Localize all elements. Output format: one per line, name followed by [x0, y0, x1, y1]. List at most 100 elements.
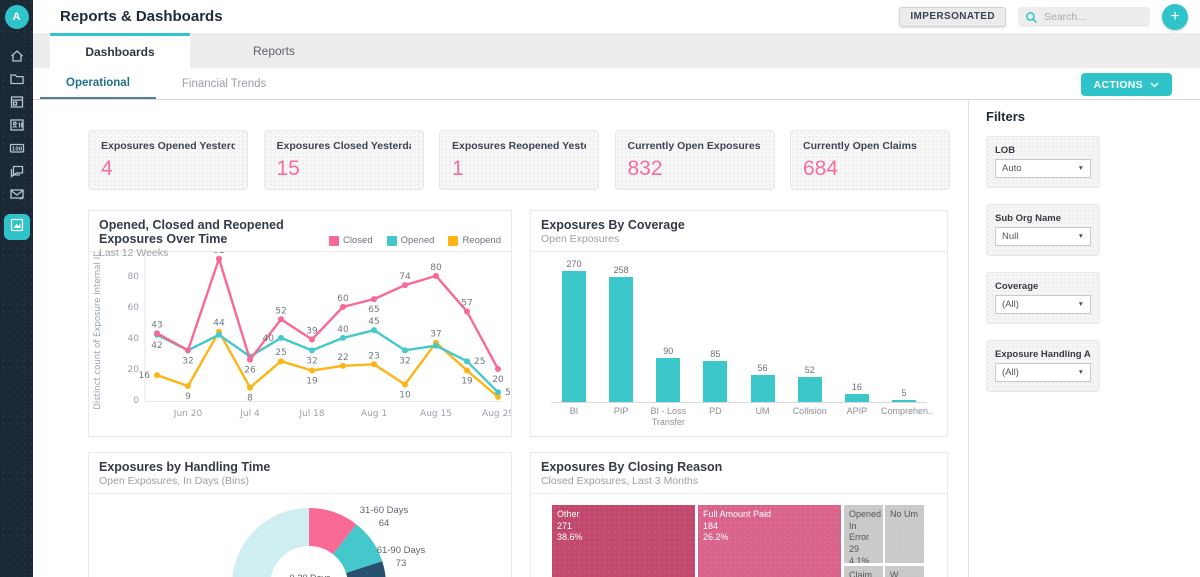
search-icon — [1025, 11, 1038, 24]
legend-opened[interactable]: Opened — [387, 235, 435, 246]
svg-text:Aug 1: Aug 1 — [361, 409, 387, 419]
filter-sub-org-name: Sub Org Name Null ▼ — [986, 204, 1100, 256]
legend-swatch — [387, 236, 397, 246]
svg-text:8: 8 — [247, 394, 253, 404]
coverage-select[interactable]: (All) ▼ — [995, 295, 1091, 314]
caret-down-icon: ▼ — [1078, 165, 1084, 172]
svg-text:22: 22 — [337, 353, 348, 363]
avatar[interactable]: A — [5, 5, 29, 29]
actions-button[interactable]: ACTIONS — [1081, 73, 1172, 96]
sidebar-item-mail[interactable] — [4, 188, 30, 204]
svg-text:25: 25 — [275, 348, 286, 358]
kpi-exposures-reopened-yesterday: Exposures Reopened Yesterday 1 — [439, 130, 599, 190]
svg-text:57: 57 — [461, 299, 472, 309]
filter-exposure-handling-adjuster: Exposure Handling Adju... (All) ▼ — [986, 340, 1100, 392]
page-title: Reports & Dashboards — [60, 8, 899, 25]
svg-text:60: 60 — [128, 303, 140, 313]
sidebar-item-contacts[interactable] — [4, 119, 30, 135]
chart-exposures-by-coverage: Exposures By Coverage Open Exposures 270… — [530, 210, 948, 437]
legend-closed[interactable]: Closed — [329, 235, 373, 246]
svg-text:5: 5 — [505, 388, 511, 398]
sidebar: A 100 — [0, 0, 33, 577]
svg-text:23: 23 — [368, 351, 379, 361]
sidebar-item-analytics[interactable] — [4, 214, 30, 240]
line-chart-plot[interactable]: 020406080Jun 20Jul 4Jul 18Aug 1Aug 15Aug… — [89, 252, 511, 430]
subtab-financial-trends[interactable]: Financial Trends — [156, 68, 292, 99]
svg-text:0: 0 — [133, 396, 139, 406]
mail-check-icon — [9, 186, 25, 207]
caret-down-icon: ▼ — [1078, 301, 1084, 308]
treemap-tile[interactable]: Claim — [844, 566, 883, 577]
subtab-bar: Operational Financial Trends ACTIONS — [33, 68, 1200, 100]
subtab-operational[interactable]: Operational — [40, 68, 156, 99]
svg-text:52: 52 — [275, 306, 286, 316]
add-button[interactable]: + — [1162, 4, 1188, 30]
treemap-tile[interactable]: Opened In Error294.1% — [844, 505, 883, 563]
donut-center-label: 0-30 Days — [289, 573, 330, 577]
sidebar-item-batch[interactable]: 100 — [4, 142, 30, 158]
svg-text:37: 37 — [430, 330, 441, 340]
tab-dashboards[interactable]: Dashboards — [50, 33, 190, 68]
svg-text:19: 19 — [461, 377, 473, 387]
treemap-tile[interactable]: Full Amount Paid18426.2% — [698, 505, 841, 577]
svg-text:16: 16 — [139, 371, 151, 381]
top-header: Reports & Dashboards IMPERSONATED + — [33, 0, 1200, 33]
sidebar-item-home[interactable] — [4, 50, 30, 66]
kpi-value: 832 — [628, 157, 762, 181]
lob-select[interactable]: Auto ▼ — [995, 159, 1091, 178]
svg-text:40: 40 — [263, 334, 275, 344]
batch-100-icon: 100 — [9, 140, 25, 161]
treemap-tile[interactable]: W — [885, 566, 924, 577]
svg-text:80: 80 — [430, 263, 442, 273]
treemap-plot[interactable]: Other27138.6%Full Amount Paid18426.2%Ope… — [552, 505, 924, 577]
svg-text:Aug 15: Aug 15 — [420, 409, 452, 419]
svg-text:43: 43 — [151, 320, 162, 330]
chevron-down-icon — [1150, 82, 1159, 88]
exposure-handling-adjuster-select[interactable]: (All) ▼ — [995, 363, 1091, 382]
treemap-tile[interactable]: No Um — [885, 505, 924, 563]
svg-text:20: 20 — [492, 375, 504, 385]
chart-exposures-by-closing-reason: Exposures By Closing Reason Closed Expos… — [530, 452, 948, 577]
chart-legend: Closed Opened Reopend — [329, 218, 501, 251]
calendar-icon — [9, 94, 25, 115]
svg-text:39: 39 — [306, 326, 318, 336]
svg-text:19: 19 — [306, 377, 318, 387]
kpi-value: 1 — [452, 157, 586, 181]
donut-callout-31-60: 31-60 Days 64 — [360, 504, 409, 531]
chart-exposures-over-time: Opened, Closed and Reopened Exposures Ov… — [88, 210, 512, 437]
svg-text:74: 74 — [399, 272, 411, 282]
sidebar-item-folder[interactable] — [4, 73, 30, 89]
svg-text:40: 40 — [337, 325, 349, 335]
svg-text:32: 32 — [399, 356, 410, 366]
treemap-tile[interactable]: Other27138.6% — [552, 505, 695, 577]
svg-text:45: 45 — [368, 317, 379, 327]
sidebar-item-chat[interactable] — [4, 165, 30, 181]
analytics-chart-icon — [9, 217, 25, 238]
kpi-value: 684 — [803, 157, 937, 181]
legend-reopend[interactable]: Reopend — [448, 235, 501, 246]
chart-subtitle: Open Exposures, In Days (Bins) — [99, 475, 270, 487]
chart-title: Exposures By Closing Reason — [541, 460, 722, 474]
tab-reports[interactable]: Reports — [190, 33, 358, 68]
legend-swatch — [448, 236, 458, 246]
svg-text:40: 40 — [128, 334, 140, 344]
svg-text:26: 26 — [244, 366, 256, 376]
sidebar-item-calendar[interactable] — [4, 96, 30, 112]
donut-chart-plot[interactable]: 31-60 Days 64 61-90 Days 73 0-30 Days — [89, 494, 511, 577]
svg-text:32: 32 — [306, 356, 317, 366]
sub-org-name-select[interactable]: Null ▼ — [995, 227, 1091, 246]
kpi-currently-open-claims: Currently Open Claims 684 — [790, 130, 950, 190]
donut-callout-61-90: 61-90 Days 73 — [377, 544, 426, 571]
search-box — [1018, 7, 1150, 27]
impersonated-badge[interactable]: IMPERSONATED — [899, 7, 1006, 27]
chart-title: Opened, Closed and Reopened Exposures Ov… — [99, 218, 329, 246]
chart-exposures-by-handling-time: Exposures by Handling Time Open Exposure… — [88, 452, 512, 577]
bar-chart-plot[interactable]: 27025890855652165 BIPIPBI - Loss Transfe… — [531, 252, 947, 429]
svg-text:32: 32 — [182, 356, 193, 366]
kpi-value: 15 — [277, 157, 411, 181]
svg-text:Distinct count of Exposure Int: Distinct count of Exposure Internal ID — [93, 252, 103, 410]
svg-text:25: 25 — [474, 357, 485, 367]
caret-down-icon: ▼ — [1078, 233, 1084, 240]
filter-lob: LOB Auto ▼ — [986, 136, 1100, 188]
filters-title: Filters — [986, 109, 1186, 124]
